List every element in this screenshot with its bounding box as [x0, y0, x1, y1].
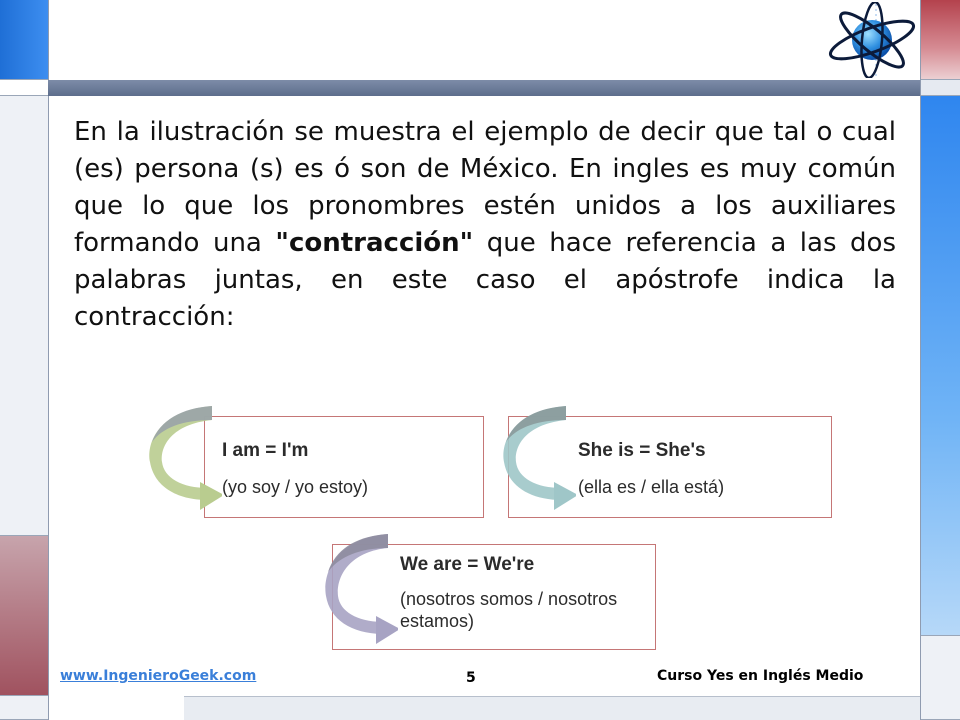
card-subtitle: (nosotros somos / nosotros estamos) [400, 589, 618, 631]
left-divider [48, 0, 49, 720]
paragraph-highlight: "contracción" [275, 228, 474, 258]
right-accent-blue [921, 96, 960, 636]
card-title: I am = I'm [222, 440, 309, 461]
right-accent-red [921, 0, 960, 80]
curved-arrow-icon [149, 406, 222, 510]
card-subtitle: (yo soy / yo estoy) [222, 477, 369, 497]
contraction-card-i-am: I am = I'm (yo soy / yo estoy) [142, 402, 484, 520]
card-title: She is = She's [578, 440, 706, 461]
card-frame [204, 416, 484, 518]
card-subtitle: (ella es / ella está) [578, 477, 725, 497]
left-footer-panel [0, 696, 48, 720]
left-spacer [0, 80, 48, 96]
website-link[interactable]: www.IngenieroGeek.com [60, 668, 256, 684]
card-title: We are = We're [400, 554, 535, 575]
right-divider [920, 0, 921, 720]
page-number: 5 [466, 670, 476, 686]
curved-arrow-icon [325, 534, 398, 644]
globe-logo-icon [828, 2, 916, 78]
right-footer-panel [921, 636, 960, 720]
footer-band [184, 696, 920, 720]
header-band [48, 80, 920, 96]
left-panel [0, 96, 48, 536]
course-name: Curso Yes en Inglés Medio [657, 668, 864, 684]
left-accent-blue [0, 0, 48, 80]
body-paragraph: En la ilustración se muestra el ejemplo … [74, 114, 896, 336]
left-accent-red [0, 536, 48, 696]
right-spacer [921, 80, 960, 96]
curved-arrow-icon [503, 406, 576, 510]
contraction-card-we-are: We are = We're (nosotros somos / nosotro… [318, 530, 658, 654]
contraction-card-she-is: She is = She's (ella es / ella está) [496, 402, 836, 520]
